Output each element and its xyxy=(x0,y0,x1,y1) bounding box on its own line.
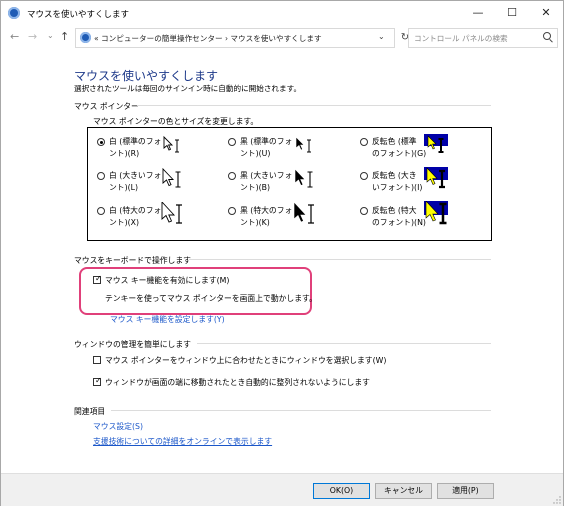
group-header-windows: ウィンドウの管理を簡単にします xyxy=(74,340,191,349)
ease-of-access-icon xyxy=(8,7,20,19)
pointer-scheme-label: マウス ポインターの色とサイズを変更します。 xyxy=(93,117,259,126)
resize-grip-icon[interactable] xyxy=(553,496,561,504)
group-header-related: 関連項目 xyxy=(74,407,106,416)
page-description: 選択されたツールは毎回のサインイン時に自動的に開始されます。 xyxy=(74,84,302,93)
white-pointer-icon xyxy=(163,135,179,153)
window-title: マウスを使いやすくします xyxy=(27,10,130,20)
white-pointer-large-icon xyxy=(162,168,181,188)
radio-button[interactable] xyxy=(97,138,105,146)
assistive-tech-link[interactable]: 支援技術についての詳細をオンラインで表示します xyxy=(93,436,272,447)
option-label[interactable]: 白 (特大のフォ ント)(X) xyxy=(109,205,161,229)
radio-button[interactable] xyxy=(360,207,368,215)
mousekeys-label[interactable]: マウス キー機能を有効にします(M) xyxy=(105,275,229,286)
button-bar: OK(O) キャンセル 適用(P) xyxy=(1,473,563,506)
address-bar[interactable]: « コンピューターの簡単操作センター › マウスを使いやすくします ⌄ xyxy=(75,28,395,48)
option-label[interactable]: 黒 (大きいフォ ント)(B) xyxy=(240,170,292,194)
divider xyxy=(111,410,491,411)
radio-button[interactable] xyxy=(228,138,236,146)
check-icon: ✓ xyxy=(95,274,102,283)
option-label[interactable]: 反転色 (標準 のフォント)(G) xyxy=(372,136,426,160)
black-pointer-extra-large-icon xyxy=(293,202,314,224)
divider xyxy=(197,343,491,344)
inverted-pointer-icon xyxy=(424,134,448,153)
hover-activate-label[interactable]: マウス ポインターをウィンドウ上に合わせたときにウィンドウを選択します(W) xyxy=(105,355,386,366)
apply-button[interactable]: 適用(P) xyxy=(437,483,494,499)
option-label[interactable]: 反転色 (大き いフォント)(I) xyxy=(372,170,422,194)
chevron-down-icon[interactable]: ⌄ xyxy=(378,32,385,41)
navigation-bar: ← → ⌄ ↑ « コンピューターの簡単操作センター › マウスを使いやすくしま… xyxy=(1,27,563,49)
group-header-keyboard: マウスをキーボードで操作します xyxy=(74,256,191,265)
option-label[interactable]: 白 (大きいフォ ント)(L) xyxy=(109,170,161,194)
radio-button[interactable] xyxy=(228,207,236,215)
maximize-button[interactable]: ☐ xyxy=(495,1,529,25)
option-label[interactable]: 白 (標準のフォ ント)(R) xyxy=(109,136,161,160)
radio-button[interactable] xyxy=(360,172,368,180)
mousekeys-setup-link[interactable]: マウス キー機能を設定します(Y) xyxy=(110,314,225,325)
page-title: マウスを使いやすくします xyxy=(74,69,219,83)
mousekeys-description: テンキーを使ってマウス ポインターを画面上で動かします。 xyxy=(105,294,317,303)
divider xyxy=(137,105,491,106)
forward-icon[interactable]: → xyxy=(28,30,37,43)
radio-button[interactable] xyxy=(360,138,368,146)
back-icon[interactable]: ← xyxy=(10,30,19,43)
group-header-pointers: マウス ポインター xyxy=(74,102,139,111)
mousekeys-checkbox[interactable]: ✓ xyxy=(93,274,102,284)
up-icon[interactable]: ↑ xyxy=(60,30,69,43)
cancel-button[interactable]: キャンセル xyxy=(375,483,432,499)
control-panel-icon xyxy=(80,32,91,43)
minimize-button[interactable]: — xyxy=(461,1,495,25)
prevent-snap-label[interactable]: ウィンドウが画面の端に移動されたとき自動的に整列されないようにします xyxy=(105,377,370,388)
title-bar: マウスを使いやすくします — ☐ ✕ xyxy=(1,1,563,25)
prevent-snap-checkbox[interactable]: ✓ xyxy=(93,376,102,386)
search-input[interactable]: コントロール パネルの検索 xyxy=(408,28,558,48)
search-icon[interactable] xyxy=(543,32,551,40)
check-icon: ✓ xyxy=(95,376,102,385)
ok-button[interactable]: OK(O) xyxy=(313,483,370,499)
inverted-pointer-extra-large-icon xyxy=(424,201,448,225)
pointer-scheme-box: 白 (標準のフォ ント)(R) 黒 (標準のフォ ント)(U) 反転色 (標準 のフォ… xyxy=(87,127,492,241)
white-pointer-extra-large-icon xyxy=(161,202,182,224)
divider xyxy=(189,259,491,260)
option-label[interactable]: 黒 (特大のフォ ント)(K) xyxy=(240,205,292,229)
black-pointer-large-icon xyxy=(294,168,313,188)
hover-activate-checkbox[interactable] xyxy=(93,356,101,364)
inverted-pointer-large-icon xyxy=(424,167,448,189)
option-label[interactable]: 反転色 (特大 のフォント)(N) xyxy=(372,205,426,229)
radio-button[interactable] xyxy=(228,172,236,180)
black-pointer-icon xyxy=(295,136,311,153)
breadcrumb[interactable]: « コンピューターの簡単操作センター › マウスを使いやすくします xyxy=(94,33,322,44)
option-label[interactable]: 黒 (標準のフォ ント)(U) xyxy=(240,136,292,160)
search-placeholder: コントロール パネルの検索 xyxy=(414,34,508,43)
close-button[interactable]: ✕ xyxy=(529,1,563,25)
recent-locations-icon[interactable]: ⌄ xyxy=(47,31,54,40)
mouse-settings-link[interactable]: マウス設定(S) xyxy=(93,421,143,432)
radio-button[interactable] xyxy=(97,172,105,180)
radio-button[interactable] xyxy=(97,207,105,215)
window: マウスを使いやすくします — ☐ ✕ ← → ⌄ ↑ « コンピューターの簡単操… xyxy=(0,0,564,506)
